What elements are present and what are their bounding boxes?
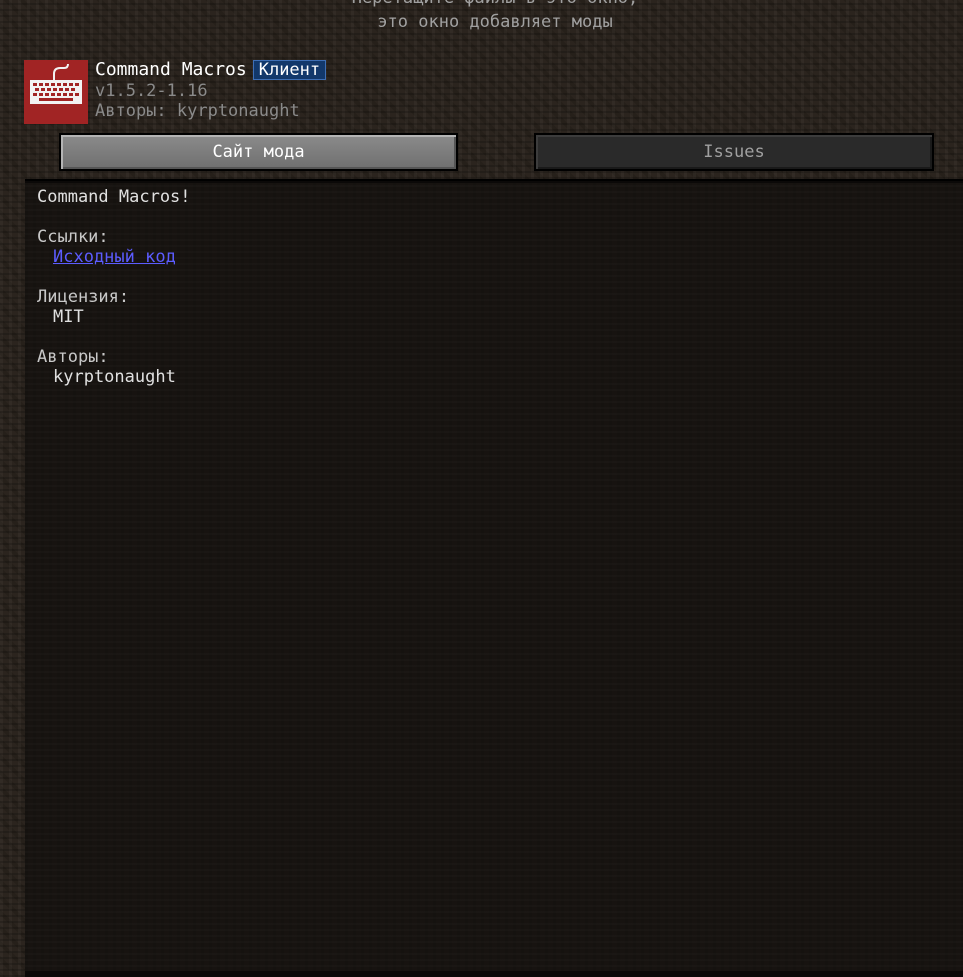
panel-bottom-edge <box>25 971 963 977</box>
keyboard-icon <box>24 60 88 124</box>
links-heading: Ссылки: <box>37 227 109 247</box>
mod-site-button[interactable]: Сайт мода <box>59 133 458 171</box>
mod-title-row: Command Macros Клиент <box>95 59 327 81</box>
description-summary: Command Macros! <box>37 187 191 207</box>
mod-version: v1.5.2-1.16 <box>95 81 208 101</box>
issues-button[interactable]: Issues <box>534 133 934 171</box>
drop-hint-line-2: это окно добавляет моды <box>377 12 613 32</box>
drop-hint-line-1: Перетащите файлы в это окно, <box>0 0 963 8</box>
authors-heading: Авторы: <box>37 347 109 367</box>
source-code-link[interactable]: Исходный код <box>53 247 176 267</box>
environment-badge: Клиент <box>252 60 327 80</box>
authors-value: kyrptonaught <box>53 367 176 387</box>
description-panel[interactable]: Command Macros! Ссылки: Исходный код Лиц… <box>25 179 963 973</box>
mod-name: Command Macros <box>95 59 247 80</box>
license-heading: Лицензия: <box>37 287 130 307</box>
mod-authors: Авторы: kyrptonaught <box>95 101 300 121</box>
license-value: MIT <box>53 307 84 327</box>
